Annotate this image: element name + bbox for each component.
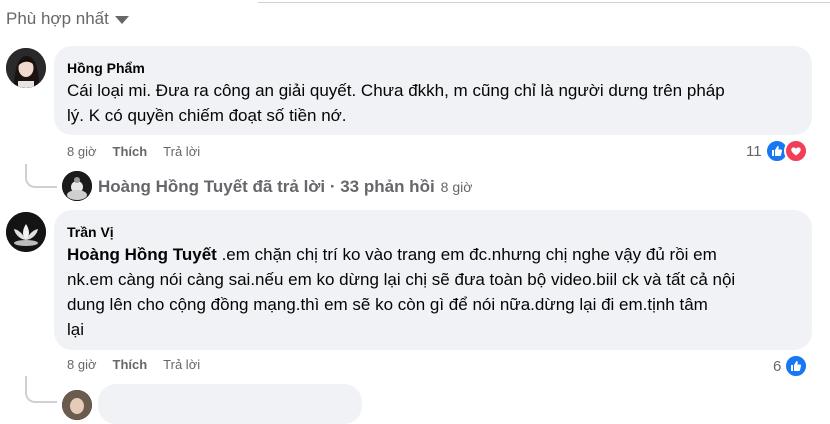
like-icon [784, 354, 809, 378]
reaction-count: 11 [746, 142, 762, 160]
like-button[interactable]: Thích [113, 144, 148, 159]
sort-dropdown[interactable]: Phù hợp nhất [6, 9, 129, 29]
reaction-summary[interactable]: 6 [773, 354, 809, 378]
comment-line-text: .em chặn chị trí ko vào trang em đc.nhưn… [216, 245, 717, 264]
thread-connector [25, 164, 57, 188]
comment-time[interactable]: 8 giờ [67, 144, 97, 159]
comment-line: Cái loại mi. Đưa ra công an giải quyết. … [67, 81, 725, 100]
comment-text: Cái loại mi. Đưa ra công an giải quyết. … [67, 78, 802, 128]
reply-button[interactable]: Trả lời [163, 357, 200, 372]
comment-line: Hoàng Hồng Tuyết .em chặn chị trí ko vào… [67, 242, 802, 267]
avatar[interactable] [62, 390, 92, 420]
comment-time[interactable]: 8 giờ [67, 357, 97, 372]
like-button[interactable]: Thích [113, 357, 148, 372]
comment-line: dung lên cho cộng đồng mạng.thì em sẽ ko… [67, 295, 708, 314]
comment-bubble: Trần Vị Hoàng Hồng Tuyết .em chặn chị tr… [54, 210, 812, 350]
comment-text: Hoàng Hồng Tuyết .em chặn chị trí ko vào… [67, 242, 802, 342]
comment-line: lại [67, 320, 85, 339]
reaction-summary[interactable]: 11 [746, 139, 808, 163]
comment-actions: 8 giờ Thích Trả lời [67, 144, 200, 159]
avatar[interactable] [6, 212, 46, 252]
sort-label: Phù hợp nhất [6, 9, 109, 28]
avatar[interactable] [62, 171, 92, 201]
reply-button[interactable]: Trả lời [163, 144, 200, 159]
thread-connector [25, 376, 57, 403]
comment-line: lý. K có quyền chiếm đoạt số tiền nớ. [67, 106, 347, 125]
reaction-count: 6 [773, 357, 782, 375]
avatar[interactable] [6, 48, 46, 88]
replies-time: 8 giờ [440, 179, 473, 195]
love-icon [783, 139, 808, 163]
top-divider [258, 2, 830, 3]
mention-tag[interactable]: Hoàng Hồng Tuyết [67, 245, 217, 264]
comment-author[interactable]: Hồng Phẩm [67, 60, 145, 76]
comment-line: nk.em càng nói càng sai.nếu em ko dừng l… [67, 270, 736, 289]
caret-down-icon [114, 16, 129, 24]
view-replies-link[interactable]: Hoàng Hồng Tuyết đã trả lời · 33 phản hồ… [98, 177, 472, 197]
comment-author[interactable]: Trần Vị [67, 224, 114, 240]
comment-bubble: Hồng Phẩm Cái loại mi. Đưa ra công an gi… [54, 46, 812, 135]
replies-summary-text: Hoàng Hồng Tuyết đã trả lời · 33 phản hồ… [98, 177, 435, 196]
comment-actions: 8 giờ Thích Trả lời [67, 357, 200, 372]
reply-bubble [98, 384, 362, 424]
